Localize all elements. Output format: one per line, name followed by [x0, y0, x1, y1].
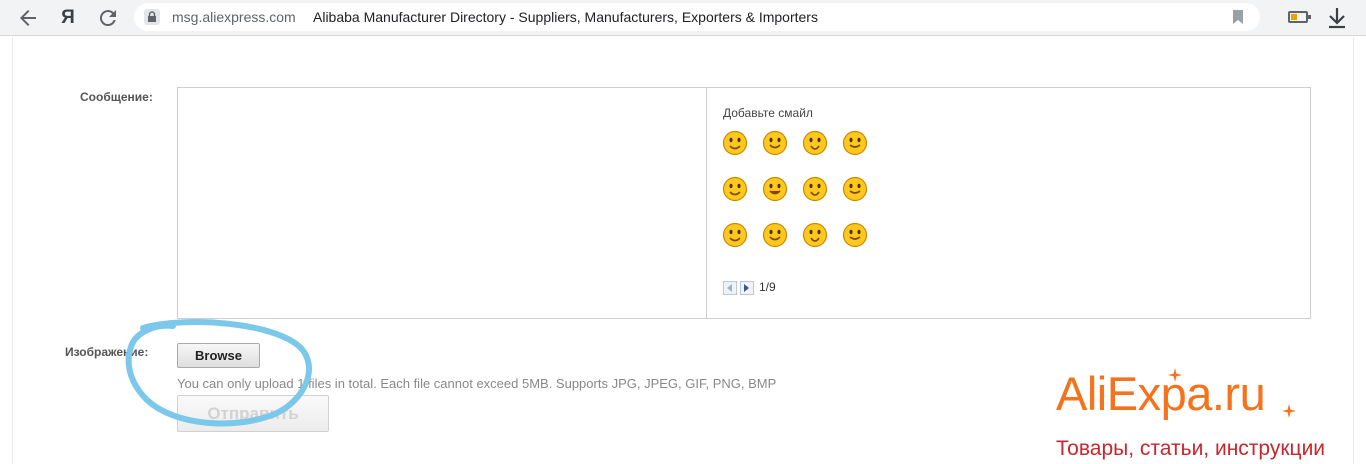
battery-level-fill: [1291, 14, 1298, 20]
message-textarea[interactable]: [178, 88, 707, 318]
annotation-circle: [125, 319, 312, 427]
bookmark-icon[interactable]: [1232, 10, 1244, 29]
smiley-grin-icon[interactable]: [842, 130, 868, 156]
next-page-button[interactable]: [740, 281, 754, 295]
browser-toolbar: Я msg.aliexpress.com Alibaba Manufacture…: [0, 0, 1366, 36]
smiley-tongue-icon[interactable]: [802, 130, 828, 156]
smiley-shy-icon[interactable]: [842, 176, 868, 202]
smiley-wink-icon[interactable]: [762, 130, 788, 156]
prev-page-button[interactable]: [723, 281, 737, 295]
sparkle-icon: [1168, 368, 1182, 382]
yandex-button[interactable]: Я: [56, 6, 80, 30]
battery-icon[interactable]: [1288, 11, 1311, 23]
smiley-smile-icon[interactable]: [722, 130, 748, 156]
reload-icon[interactable]: [96, 6, 120, 30]
brand-subtitle: Товары, статьи, инструкции: [1056, 437, 1326, 460]
page-title-text: Alibaba Manufacturer Directory - Supplie…: [313, 9, 818, 25]
smiley-blush-icon[interactable]: [722, 222, 748, 248]
page-indicator: 1/9: [759, 280, 776, 294]
smiley-giggle-icon[interactable]: [802, 222, 828, 248]
back-arrow-icon[interactable]: [16, 6, 40, 30]
smiley-smirk-icon[interactable]: [842, 222, 868, 248]
lock-icon[interactable]: [144, 9, 160, 25]
smiley-laugh-icon[interactable]: [722, 176, 748, 202]
smiles-title: Добавьте смайл: [723, 106, 813, 120]
brand-logo-text: AliExpa.ru: [1056, 367, 1266, 420]
smiley-shout-icon[interactable]: [762, 176, 788, 202]
url-text: msg.aliexpress.com: [172, 9, 296, 25]
aliexpa-watermark: AliExpa.ru Товары, статьи, инструкции: [1056, 366, 1366, 464]
message-box: Добавьте смайл 1/9: [177, 87, 1311, 319]
smiley-dizzy-icon[interactable]: [762, 222, 788, 248]
download-icon[interactable]: [1326, 6, 1348, 35]
message-label: Сообщение:: [80, 90, 153, 104]
address-bar[interactable]: msg.aliexpress.com Alibaba Manufacturer …: [134, 3, 1260, 31]
sparkle-icon: [1282, 404, 1296, 418]
smiley-cry-laugh-icon[interactable]: [802, 176, 828, 202]
